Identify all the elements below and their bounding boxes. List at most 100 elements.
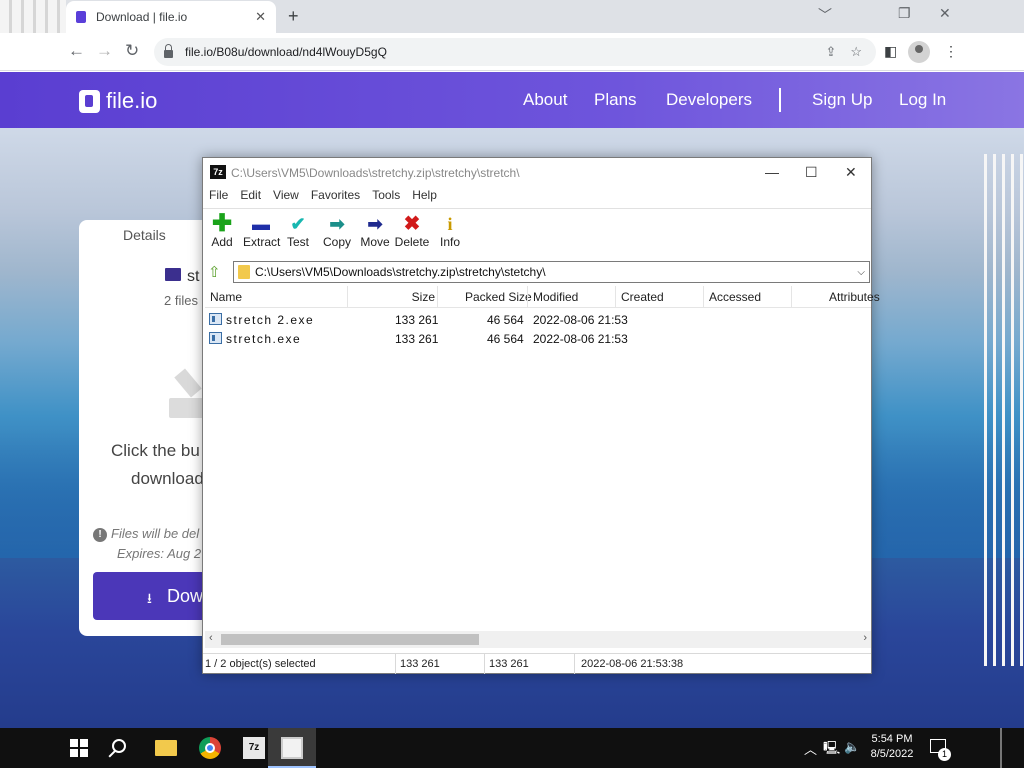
- fileio-logo[interactable]: file.io: [79, 88, 157, 114]
- 7zip-path-combobox[interactable]: C:\Users\VM5\Downloads\stretchy.zip\stre…: [233, 261, 870, 283]
- column-separator: [527, 286, 528, 308]
- nav-plans[interactable]: Plans: [594, 90, 637, 110]
- status-modified: 2022-08-06 21:53:38: [581, 658, 684, 670]
- nav-sign-up[interactable]: Sign Up: [812, 90, 872, 110]
- column-modified[interactable]: Modified: [533, 290, 578, 304]
- new-tab-button[interactable]: +: [288, 6, 299, 27]
- menu-edit[interactable]: Edit: [240, 188, 261, 208]
- show-desktop-button[interactable]: [1000, 728, 1002, 768]
- add-icon: ✚: [211, 210, 233, 237]
- table-row[interactable]: stretch 2.exe 133 261 46 564 2022-08-06 …: [205, 310, 871, 329]
- chevron-down-icon[interactable]: ⌵: [857, 267, 865, 278]
- move-icon: ➡: [367, 214, 383, 234]
- scrollbar-thumb[interactable]: [221, 634, 479, 645]
- instruction-line-2: download: [131, 469, 204, 488]
- expiry-text: Expires: Aug 2: [117, 546, 202, 561]
- chrome-icon[interactable]: [199, 737, 221, 759]
- 7zip-maximize-button[interactable]: ☐: [805, 164, 818, 181]
- horizontal-scrollbar[interactable]: ‹ ›: [205, 631, 871, 648]
- 7zip-minimize-button[interactable]: —: [765, 164, 779, 180]
- copy-button[interactable]: ➡ Copy: [323, 213, 351, 249]
- column-created[interactable]: Created: [621, 290, 664, 304]
- nav-separator: [779, 88, 781, 112]
- menu-kebab-icon[interactable]: ⋮: [944, 43, 958, 60]
- tab-download-fileio[interactable]: Download | file.io ✕: [66, 1, 276, 33]
- download-icon: ⭳: [147, 590, 152, 606]
- file-explorer-icon[interactable]: [155, 740, 177, 756]
- nav-about[interactable]: About: [523, 90, 567, 110]
- clock-date: 8/5/2022: [870, 748, 914, 760]
- packed-size-cell: 46 564: [487, 313, 524, 327]
- extract-button[interactable]: ▬ Extract: [243, 213, 280, 249]
- column-size[interactable]: Size: [411, 290, 435, 304]
- 7zip-address-row: ⇧ C:\Users\VM5\Downloads\stretchy.zip\st…: [203, 260, 871, 284]
- forward-arrow-icon[interactable]: →: [96, 41, 113, 61]
- status-selection: 1 / 2 object(s) selected: [205, 658, 316, 670]
- move-button[interactable]: ➡ Move: [359, 213, 391, 249]
- search-icon[interactable]: [112, 739, 126, 753]
- scroll-left-arrow-icon[interactable]: ‹: [209, 632, 213, 644]
- column-accessed[interactable]: Accessed: [709, 290, 761, 304]
- column-attributes[interactable]: Attributes: [829, 290, 880, 304]
- background-stripes: [984, 154, 1024, 666]
- status-separator: [484, 654, 485, 674]
- nav-developers[interactable]: Developers: [666, 90, 752, 110]
- info-button[interactable]: i Info: [439, 213, 461, 249]
- extract-icon: ▬: [252, 214, 270, 234]
- window-close-button[interactable]: ✕: [939, 5, 951, 22]
- profile-avatar[interactable]: [908, 41, 930, 63]
- column-separator: [703, 286, 704, 308]
- scroll-right-arrow-icon[interactable]: ›: [863, 632, 867, 644]
- menu-help[interactable]: Help: [412, 188, 437, 208]
- download-button-label: Dow: [167, 585, 204, 606]
- 7zip-path-text[interactable]: C:\Users\VM5\Downloads\stretchy.zip\stre…: [255, 265, 857, 279]
- reload-icon[interactable]: ↻: [125, 41, 139, 61]
- browser-tab-strip: Download | file.io ✕ + ﹀ ❐ ✕: [0, 0, 1024, 33]
- 7zip-filemanager-taskbar-icon[interactable]: [281, 737, 303, 759]
- test-icon: ✔: [290, 214, 306, 234]
- deletion-warning: Files will be del: [111, 526, 200, 541]
- bookmark-star-icon[interactable]: ☆: [850, 44, 862, 60]
- side-panel-icon[interactable]: ◧: [884, 43, 897, 60]
- column-separator: [347, 286, 348, 308]
- delete-icon: ✖: [403, 213, 421, 235]
- windows-start-icon[interactable]: [70, 739, 88, 757]
- file-name-cell: stretch.exe: [226, 332, 302, 346]
- tab-close-icon[interactable]: ✕: [255, 9, 266, 25]
- 7zip-title-path: C:\Users\VM5\Downloads\stretchy.zip\stre…: [231, 166, 520, 180]
- tab-search-icon[interactable]: ﹀: [818, 5, 832, 25]
- volume-icon[interactable]: 🔈: [844, 739, 860, 755]
- nav-log-in[interactable]: Log In: [899, 90, 946, 110]
- network-icon[interactable]: 🖳: [823, 739, 840, 761]
- address-bar[interactable]: file.io/B08u/download/nd4lWouyD5gQ ⇪ ☆: [154, 38, 876, 66]
- delete-button[interactable]: ✖ Delete: [394, 213, 430, 249]
- column-name[interactable]: Name: [210, 290, 242, 304]
- up-folder-icon[interactable]: ⇧: [208, 263, 221, 281]
- fileio-logo-icon: [79, 89, 100, 113]
- url-text[interactable]: file.io/B08u/download/nd4lWouyD5gQ: [185, 45, 825, 59]
- share-icon[interactable]: ⇪: [825, 44, 836, 60]
- menu-favorites[interactable]: Favorites: [311, 188, 360, 208]
- packed-size-cell: 46 564: [487, 332, 524, 346]
- test-button[interactable]: ✔ Test: [285, 213, 311, 249]
- 7zip-close-button[interactable]: ✕: [845, 164, 857, 181]
- window-restore-button[interactable]: ❐: [898, 5, 911, 22]
- tab-details[interactable]: Details: [123, 227, 166, 243]
- notification-badge: 1: [938, 748, 951, 761]
- file-count: 2 files: [164, 293, 198, 308]
- menu-view[interactable]: View: [273, 188, 299, 208]
- tray-chevron-up-icon[interactable]: ︿: [804, 739, 817, 758]
- add-button[interactable]: ✚ Add: [209, 210, 235, 250]
- lock-icon: [164, 44, 173, 58]
- 7zip-taskbar-icon[interactable]: 7z: [243, 737, 265, 759]
- back-arrow-icon[interactable]: ←: [68, 41, 85, 61]
- system-clock[interactable]: 5:54 PM 8/5/2022: [866, 732, 918, 762]
- column-packed-size[interactable]: Packed Size: [465, 290, 532, 304]
- table-row[interactable]: stretch.exe 133 261 46 564 2022-08-06 21…: [205, 329, 871, 348]
- browser-toolbar: ← → ↻ file.io/B08u/download/nd4lWouyD5gQ…: [0, 33, 1024, 71]
- menu-tools[interactable]: Tools: [372, 188, 400, 208]
- 7zip-title-bar[interactable]: 7z C:\Users\VM5\Downloads\stretchy.zip\s…: [203, 158, 871, 188]
- site-header: file.io About Plans Developers Sign Up L…: [0, 72, 1024, 128]
- 7zip-status-bar: 1 / 2 object(s) selected 133 261 133 261…: [203, 653, 871, 674]
- menu-file[interactable]: File: [209, 188, 228, 208]
